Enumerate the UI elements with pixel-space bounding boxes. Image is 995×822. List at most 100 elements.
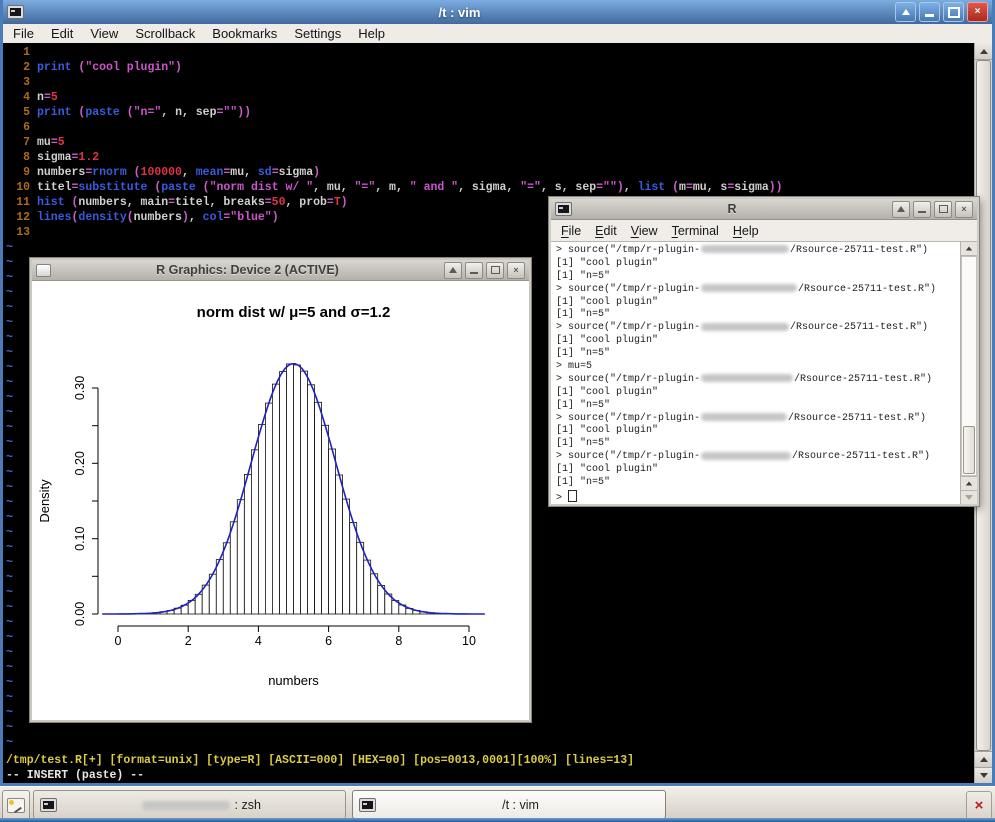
console-line: > mu=5	[556, 361, 960, 374]
histogram-bar	[237, 500, 244, 614]
scrollbar-thumb[interactable]	[963, 426, 975, 474]
arrow-up-icon	[449, 267, 457, 273]
shade-button[interactable]	[444, 262, 462, 279]
censored-text	[701, 323, 789, 331]
close-button[interactable]: ×	[955, 201, 973, 218]
close-button[interactable]: ×	[967, 2, 988, 22]
vim-menubar: File Edit View Scrollback Bookmarks Settings H…	[3, 24, 992, 44]
code-token: )	[272, 211, 279, 224]
console-line: [1] "n=5"	[556, 400, 960, 413]
histogram-bar	[280, 372, 287, 614]
menu-item-settings[interactable]: Settings	[294, 26, 341, 41]
code-token: =	[686, 181, 693, 194]
scroll-up-button[interactable]	[961, 242, 977, 256]
shade-button[interactable]	[892, 201, 910, 218]
x-axis-label: numbers	[268, 673, 319, 688]
menu-item-file[interactable]: File	[561, 224, 581, 238]
code-token: "cool plugin"	[85, 61, 175, 74]
shade-button[interactable]	[895, 2, 916, 22]
close-button[interactable]: ×	[507, 262, 525, 279]
code-token: (	[134, 166, 141, 179]
code-token: )	[182, 211, 189, 224]
minimize-button[interactable]	[465, 262, 483, 279]
menu-item-terminal[interactable]: Terminal	[672, 224, 719, 238]
console-titlebar[interactable]: R ×	[551, 199, 977, 220]
line-number: 2	[6, 60, 30, 75]
console-output[interactable]: > source("/tmp/r-plugin- /Rsource-25711-t…	[551, 242, 960, 504]
menu-item-file[interactable]: File	[13, 26, 34, 41]
console-text: > source("/tmp/r-plugin-	[556, 322, 700, 333]
scrollbar-track[interactable]	[961, 256, 977, 476]
console-text: /Rsource-25711-test.R")	[792, 451, 930, 462]
censored-text	[701, 413, 787, 421]
vim-line: 5print (paste ("n=", n, sep=""))	[6, 105, 974, 120]
console-line: > source("/tmp/r-plugin-/Rsource-25711-t…	[556, 245, 960, 258]
panel-close-button[interactable]: ×	[966, 791, 992, 820]
code-token: , n, sep	[161, 106, 216, 119]
line-number: 10	[6, 180, 30, 195]
code-token: (	[127, 211, 134, 224]
minimize-icon	[925, 14, 934, 17]
menu-item-edit[interactable]: Edit	[595, 224, 617, 238]
scroll-up-button[interactable]	[975, 43, 992, 60]
code-token: , s, sep	[541, 181, 596, 194]
arrow-up-icon	[902, 9, 910, 15]
minimize-icon	[918, 211, 926, 213]
code-token: numbers	[37, 166, 85, 179]
line-number: 7	[6, 135, 30, 150]
code-token: mu,	[230, 166, 258, 179]
task-button-vim[interactable]: /t : vim	[352, 790, 666, 819]
code-token: ""	[603, 181, 617, 194]
y-tick-label: 0.00	[73, 602, 87, 626]
scroll-down-button[interactable]	[975, 767, 992, 783]
histogram-bar	[287, 364, 294, 614]
scroll-up-button-2[interactable]	[975, 751, 992, 767]
code-token: , m,	[375, 181, 410, 194]
vim-line: 10titel=substitute (paste ("norm dist w/…	[6, 180, 974, 195]
code-token: ,	[182, 166, 196, 179]
console-text: /Rsource-25711-test.R")	[790, 245, 928, 256]
code-token: sigma	[734, 181, 769, 194]
histogram-bar	[258, 425, 265, 615]
censored-text	[701, 284, 797, 292]
menu-item-help[interactable]: Help	[733, 224, 759, 238]
console-scrollbar[interactable]	[960, 242, 977, 504]
maximize-button[interactable]	[943, 2, 964, 22]
graphics-titlebar[interactable]: R Graphics: Device 2 (ACTIVE) ×	[32, 260, 529, 281]
histogram-bar	[294, 365, 301, 614]
maximize-button[interactable]	[934, 201, 952, 218]
console-text: /Rsource-25711-test.R")	[790, 322, 928, 333]
console-line: > source("/tmp/r-plugin- /Rsource-25711-t…	[556, 322, 960, 335]
menu-item-scrollback[interactable]: Scrollback	[135, 26, 195, 41]
vim-tilde: ~	[6, 720, 974, 735]
maximize-button[interactable]	[486, 262, 504, 279]
menu-item-edit[interactable]: Edit	[51, 26, 73, 41]
scroll-up-button-2[interactable]	[961, 476, 977, 490]
histogram-bar	[244, 474, 251, 614]
y-tick-label: 0.20	[73, 451, 87, 475]
menu-item-help[interactable]: Help	[358, 26, 385, 41]
histogram-bar	[230, 522, 237, 614]
vim-titlebar[interactable]: /t : vim ×	[3, 0, 992, 24]
plot-title: norm dist w/ μ=5 and σ=1.2	[197, 304, 391, 321]
console-text: /Rsource-25711-test.R")	[798, 284, 936, 295]
code-token: numbers	[134, 211, 182, 224]
code-token: paste	[161, 181, 196, 194]
code-token: "n="	[134, 106, 162, 119]
menu-item-bookmarks[interactable]: Bookmarks	[212, 26, 277, 41]
minimize-button[interactable]	[913, 201, 931, 218]
console-line: [1] "cool plugin"	[556, 335, 960, 348]
y-axis-label: Density	[37, 479, 52, 523]
show-desktop-button[interactable]	[2, 790, 30, 821]
code-token	[120, 106, 127, 119]
task-button-zsh[interactable]: : zsh	[33, 790, 346, 819]
minimize-button[interactable]	[919, 2, 940, 22]
histogram-plot: norm dist w/ μ=5 and σ=1.20246810numbers…	[32, 281, 529, 720]
console-line: [1] "cool plugin"	[556, 387, 960, 400]
x-tick-label: 10	[462, 634, 476, 648]
code-token: T	[334, 196, 341, 209]
menu-item-view[interactable]: View	[631, 224, 658, 238]
x-tick-label: 8	[395, 634, 402, 648]
menu-item-view[interactable]: View	[90, 26, 118, 41]
scroll-down-button[interactable]	[961, 490, 977, 504]
